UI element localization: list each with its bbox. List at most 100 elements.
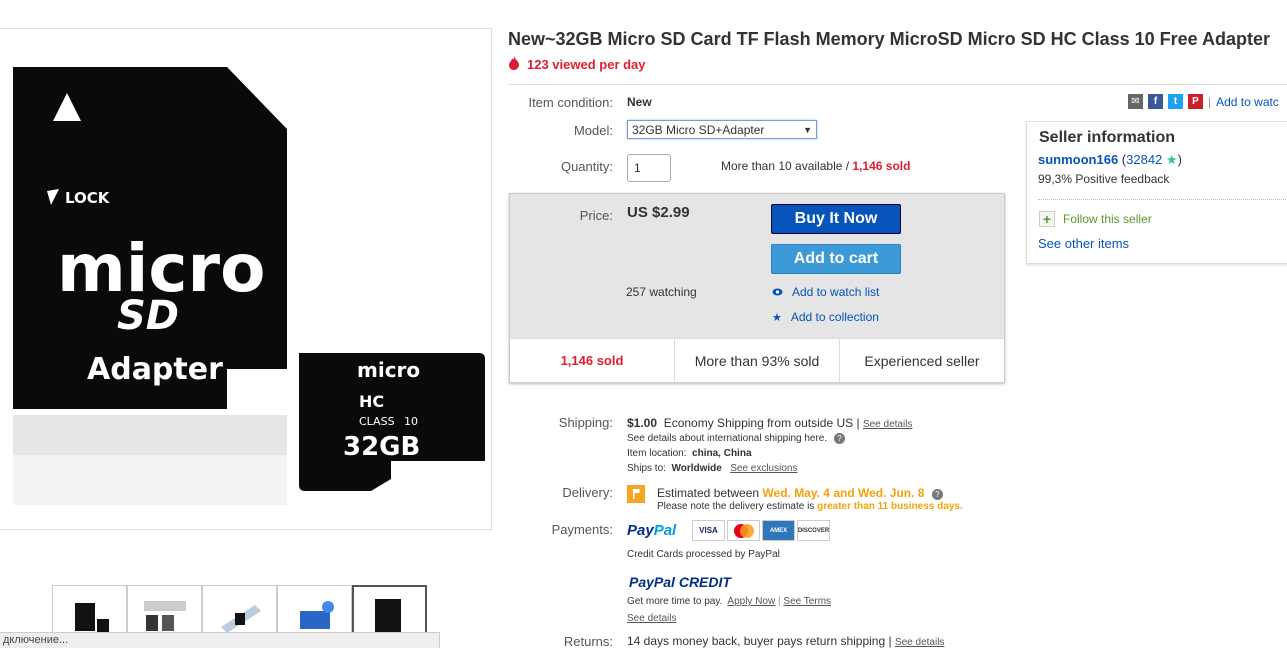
item-location-value: china, China — [692, 448, 752, 459]
paypal-logo: PayPal — [627, 522, 676, 539]
amex-card-icon: AMEX — [762, 520, 795, 541]
price-label: Price: — [579, 208, 613, 223]
see-other-items-link[interactable]: See other items — [1038, 236, 1129, 251]
shipping-cost: $1.00 — [627, 416, 658, 430]
shipping-see-details-link[interactable]: See details — [863, 419, 912, 430]
returns-line: 14 days money back, buyer pays return sh… — [627, 634, 944, 648]
intl-shipping-text: See details about international shipping… — [627, 433, 828, 444]
returns-label: Returns: — [563, 634, 613, 649]
dropdown-arrow-icon: ▼ — [803, 124, 812, 135]
condition-value: New — [627, 95, 652, 109]
main-product-image[interactable]: LOCK micro SD Adapter micro HC CLASS 10 … — [0, 28, 492, 530]
condition-label: Item condition: — [528, 95, 613, 110]
delivery-prefix: Estimated between — [657, 486, 763, 500]
share-row: ✉ f t P | Add to watc — [1128, 94, 1279, 109]
positive-feedback: 99,3% Positive feedback — [1038, 172, 1170, 186]
payments-label: Payments: — [551, 522, 613, 537]
intl-shipping-note: See details about international shipping… — [627, 433, 845, 444]
ships-to-value: Worldwide — [671, 463, 722, 474]
divider — [508, 84, 1287, 85]
plus-icon: + — [1039, 211, 1055, 227]
returns-see-details-link[interactable]: See details — [895, 637, 944, 648]
ships-to-label: Ships to: — [627, 463, 666, 474]
availability-text: More than 10 available / 1,146 sold — [721, 159, 910, 173]
follow-seller[interactable]: + Follow this seller — [1039, 211, 1152, 227]
card-class-number: 10 — [404, 415, 418, 428]
credit-card-note: Credit Cards processed by PayPal — [627, 549, 780, 560]
card-capacity-text: 32GB — [343, 432, 420, 462]
stat-percent-sold: More than 93% sold — [675, 339, 840, 382]
add-to-collection[interactable]: ★ Add to collection — [772, 310, 879, 324]
visa-card-icon: VISA — [692, 520, 725, 541]
paypal-pay-text: Pay — [627, 522, 654, 539]
card-micro-text: micro — [357, 358, 420, 382]
card-class-text: CLASS — [359, 415, 395, 428]
adapter-lock-text: LOCK — [65, 189, 111, 207]
model-select[interactable]: 32GB Micro SD+Adapter ▼ — [627, 120, 817, 139]
follow-seller-label: Follow this seller — [1063, 212, 1152, 226]
browser-status-bar: дключение... — [0, 632, 440, 648]
returns-text: 14 days money back, buyer pays return sh… — [627, 634, 892, 648]
help-icon[interactable]: ? — [833, 433, 845, 444]
star-icon: ★ — [772, 311, 782, 324]
feedback-open-paren: ( — [1118, 152, 1127, 167]
model-selected-value: 32GB Micro SD+Adapter — [632, 122, 765, 137]
see-exclusions-link[interactable]: See exclusions — [730, 463, 797, 474]
sold-count: 1,146 sold — [852, 159, 911, 173]
model-label: Model: — [573, 123, 613, 138]
ships-to: Ships to: Worldwide See exclusions — [627, 463, 797, 474]
payments-see-details-link[interactable]: See details — [627, 613, 676, 624]
shipping-line: $1.00 Economy Shipping from outside US |… — [627, 416, 912, 430]
stat-experienced-seller: Experienced seller — [864, 352, 980, 369]
twitter-share-icon[interactable]: t — [1168, 94, 1183, 109]
delivery-note-prefix: Please note the delivery estimate is — [657, 501, 818, 512]
flag-icon — [627, 485, 645, 503]
paypal-credit-info: Get more time to pay. Apply Now | See Te… — [627, 596, 831, 607]
quantity-input[interactable]: 1 — [627, 154, 671, 182]
collection-label: Add to collection — [790, 310, 879, 324]
listing-title: New~32GB Micro SD Card TF Flash Memory M… — [508, 29, 1271, 49]
sd-card-illustration: LOCK micro SD Adapter micro HC CLASS 10 … — [13, 67, 485, 505]
adapter-label-text: Adapter — [87, 352, 223, 387]
apply-now-link[interactable]: Apply Now — [727, 596, 775, 607]
delivery-note: Please note the delivery estimate is gre… — [657, 501, 963, 512]
paypal-credit-logo: PayPal CREDIT — [629, 574, 731, 590]
card-hc-text: HC — [359, 392, 384, 411]
seller-divider — [1038, 199, 1286, 200]
facebook-share-icon[interactable]: f — [1148, 94, 1163, 109]
item-location-label: Item location: — [627, 448, 687, 459]
watch-list-label: Add to watch list — [792, 285, 880, 299]
paypal-pal-text: Pal — [653, 522, 677, 539]
flame-icon — [508, 56, 520, 73]
share-separator: | — [1208, 94, 1212, 109]
item-location: Item location: china, China — [627, 448, 752, 459]
add-to-watch-list[interactable]: Add to watch list — [772, 285, 879, 299]
discover-card-icon: DISCOVER — [797, 520, 830, 541]
seller-info-title: Seller information — [1039, 129, 1176, 146]
seller-name-link[interactable]: sunmoon166 — [1038, 152, 1118, 167]
email-share-icon[interactable]: ✉ — [1128, 94, 1143, 109]
delivery-note-highlight: greater than 11 business days. — [817, 501, 963, 512]
shipping-method: Economy Shipping from outside US | — [663, 416, 860, 430]
delivery-dates: Wed. May. 4 and Wed. Jun. 8 — [762, 486, 925, 500]
stat-sold: 1,146 sold — [510, 339, 675, 382]
add-to-cart-button[interactable]: Add to cart — [771, 244, 901, 274]
delivery-help-icon[interactable]: ? — [931, 489, 943, 500]
shipping-label: Shipping: — [558, 415, 613, 430]
paypal-credit-brand: PayPal — [629, 574, 675, 590]
see-terms-link[interactable]: See Terms — [783, 596, 831, 607]
feedback-score-link[interactable]: 32842 — [1126, 152, 1162, 167]
paypal-credit-word: CREDIT — [678, 574, 731, 590]
feedback-star-icon: ★ — [1165, 152, 1178, 167]
mastercard-icon — [727, 520, 760, 541]
separator: | — [778, 596, 781, 607]
quantity-label: Quantity: — [560, 159, 613, 174]
available-count: More than 10 available / — [721, 159, 853, 173]
buy-it-now-button[interactable]: Buy It Now — [771, 204, 901, 234]
views-text: 123 viewed per day — [527, 57, 646, 72]
add-to-watch-list-link[interactable]: Add to watc — [1216, 95, 1279, 109]
price-stats-row: 1,146 sold More than 93% sold Experience… — [510, 338, 1004, 382]
watching-count: 257 watching — [626, 285, 697, 299]
eye-icon — [772, 285, 783, 299]
pinterest-share-icon[interactable]: P — [1188, 94, 1203, 109]
